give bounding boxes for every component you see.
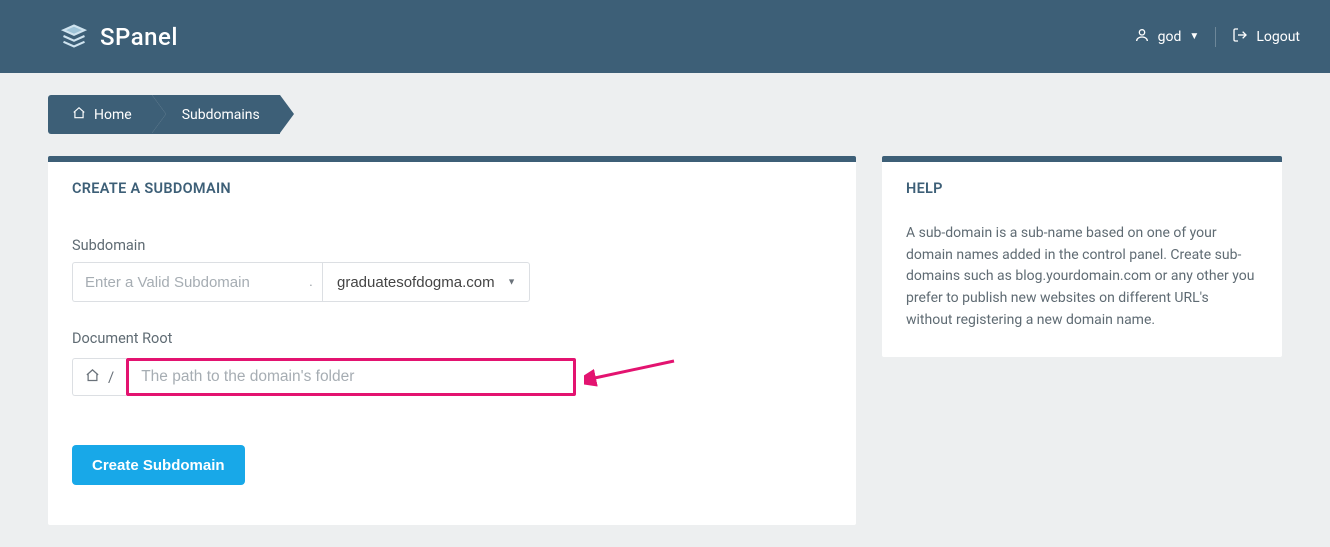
- home-icon: [85, 368, 100, 387]
- username: god: [1158, 29, 1182, 45]
- user-dropdown[interactable]: god ▼: [1134, 27, 1217, 47]
- user-icon: [1134, 27, 1150, 47]
- breadcrumb-current[interactable]: Subdomains: [152, 95, 280, 134]
- caret-down-icon: ▼: [1189, 31, 1199, 42]
- logout-link[interactable]: Logout: [1216, 27, 1300, 47]
- docroot-prefix: /: [72, 358, 126, 396]
- create-subdomain-panel: CREATE A SUBDOMAIN Subdomain . graduates…: [48, 156, 856, 525]
- annotation-arrow: [584, 355, 684, 399]
- help-body: A sub-domain is a sub-name based on one …: [906, 223, 1258, 331]
- brand-text: SPanel: [100, 23, 178, 51]
- docroot-label: Document Root: [72, 330, 832, 347]
- subdomain-label: Subdomain: [72, 237, 832, 254]
- subdomain-input[interactable]: [72, 262, 322, 302]
- breadcrumb: Home Subdomains: [48, 95, 1302, 134]
- breadcrumb-current-label: Subdomains: [182, 107, 260, 123]
- logout-label: Logout: [1256, 29, 1300, 45]
- subdomain-row: . graduatesofdogma.com: [72, 262, 832, 302]
- brand[interactable]: SPanel: [60, 22, 178, 52]
- help-title: HELP: [906, 180, 1258, 197]
- help-panel: HELP A sub-domain is a sub-name based on…: [882, 156, 1282, 357]
- brand-icon: [60, 22, 90, 52]
- home-icon: [72, 106, 86, 124]
- docroot-input[interactable]: [126, 358, 576, 396]
- create-subdomain-button[interactable]: Create Subdomain: [72, 445, 245, 485]
- breadcrumb-home-label: Home: [94, 107, 132, 123]
- docroot-slash: /: [108, 368, 114, 386]
- top-bar: SPanel god ▼ Logout: [0, 0, 1330, 73]
- breadcrumb-home[interactable]: Home: [48, 95, 152, 134]
- panel-title: CREATE A SUBDOMAIN: [72, 180, 832, 197]
- docroot-row: /: [72, 355, 832, 399]
- topbar-right: god ▼ Logout: [1134, 27, 1300, 47]
- domain-select[interactable]: graduatesofdogma.com: [322, 262, 530, 302]
- logout-icon: [1232, 27, 1248, 47]
